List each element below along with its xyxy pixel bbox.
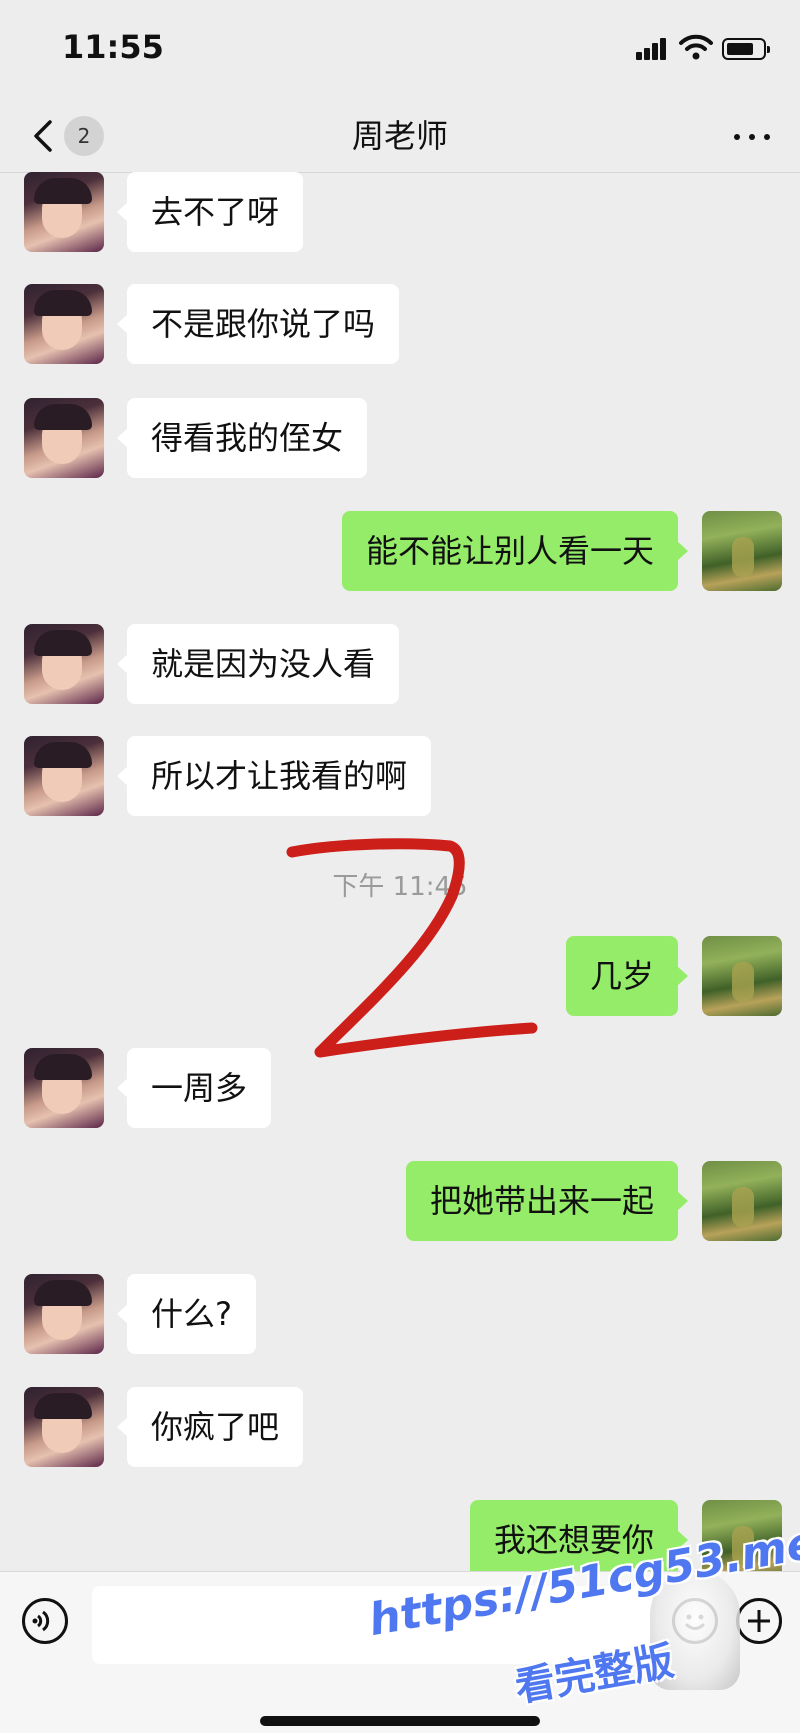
voice-button[interactable] [22, 1598, 68, 1644]
chat-header: 周老师 2 [0, 100, 800, 173]
home-indicator [260, 1716, 540, 1726]
contact-avatar[interactable] [24, 284, 104, 364]
message-received[interactable]: 得看我的侄女 [116, 398, 368, 478]
contact-avatar[interactable] [24, 398, 104, 478]
my-avatar[interactable] [702, 936, 782, 1016]
message-received[interactable]: 所以才让我看的啊 [116, 736, 432, 816]
contact-avatar[interactable] [24, 172, 104, 252]
wifi-icon [679, 34, 713, 60]
battery-icon [722, 38, 770, 60]
my-avatar[interactable] [702, 1161, 782, 1241]
message-timestamp: 下午 11:45 [332, 872, 468, 902]
chevron-left-icon [34, 120, 52, 152]
message-received[interactable]: 什么? [117, 1274, 256, 1354]
message-received[interactable]: 就是因为没人看 [116, 624, 400, 704]
contact-avatar[interactable] [24, 1048, 104, 1128]
more-button[interactable] [728, 118, 776, 154]
back-button[interactable]: 2 [24, 110, 124, 162]
my-avatar[interactable] [702, 511, 782, 591]
status-bar: 11:55 [0, 0, 800, 100]
message-sent[interactable]: 几岁 [565, 936, 689, 1016]
contact-avatar[interactable] [24, 736, 104, 816]
contact-avatar[interactable] [24, 624, 104, 704]
plus-button[interactable] [736, 1598, 782, 1644]
message-sent[interactable]: 能不能让别人看一天 [341, 511, 689, 591]
message-received[interactable]: 去不了呀 [116, 172, 304, 252]
unread-badge: 2 [64, 116, 104, 156]
contact-avatar[interactable] [24, 1387, 104, 1467]
contact-avatar[interactable] [24, 1274, 104, 1354]
message-received[interactable]: 不是跟你说了吗 [116, 284, 400, 364]
message-received[interactable]: 你疯了吧 [116, 1387, 304, 1467]
signal-icon [636, 36, 672, 60]
voice-icon [32, 1610, 50, 1632]
message-received[interactable]: 一周多 [116, 1048, 272, 1128]
status-time: 11:55 [62, 28, 164, 66]
message-sent[interactable]: 把她带出来一起 [405, 1161, 689, 1241]
